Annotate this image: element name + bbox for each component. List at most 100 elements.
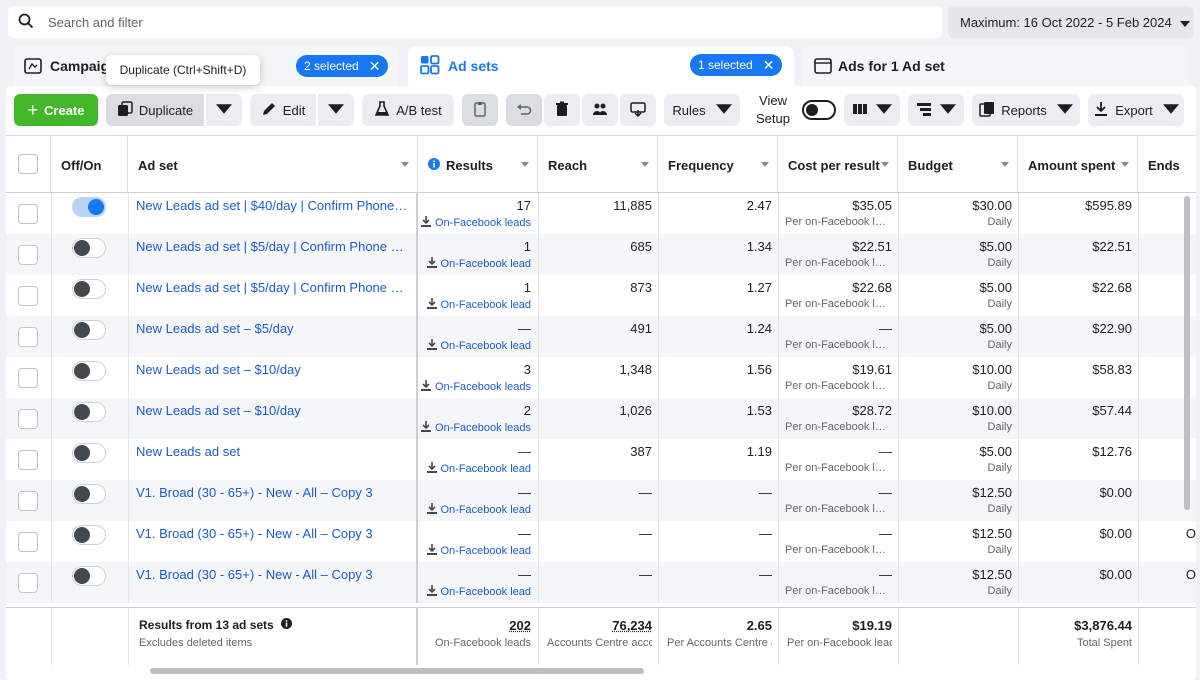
results-label[interactable]: On-Facebook lead [418, 298, 531, 311]
undo-button[interactable] [506, 94, 542, 126]
col-ad-set[interactable]: Ad set [128, 136, 418, 194]
info-icon[interactable] [281, 618, 293, 632]
ad-set-name-link[interactable]: V1. Broad (30 - 65+) - New - All – Copy … [136, 485, 410, 500]
row-checkbox[interactable] [18, 573, 38, 593]
ad-set-toggle[interactable] [72, 566, 106, 586]
col-frequency[interactable]: Frequency [658, 136, 778, 194]
results-label[interactable]: On-Facebook lead [418, 544, 531, 557]
ad-set-toggle[interactable] [72, 197, 106, 217]
preview-button[interactable] [620, 94, 656, 126]
table-row[interactable]: V1. Broad (30 - 65+) - New - All – Copy … [6, 521, 1196, 562]
ad-set-name-link[interactable]: New Leads ad set | $5/day | Confirm Phon… [136, 280, 410, 295]
ad-set-name-link[interactable]: New Leads ad set – $5/day [136, 321, 410, 336]
ab-test-button[interactable]: A/B test [362, 94, 454, 126]
budget-label: Daily [987, 462, 1012, 474]
duplicate-button[interactable]: Duplicate [106, 94, 204, 126]
ad-set-toggle[interactable] [72, 279, 106, 299]
results-label[interactable]: On-Facebook lead [418, 257, 531, 270]
row-checkbox[interactable] [18, 532, 38, 552]
table-row[interactable]: New Leads ad set – $10/day 3 On-Facebook l… [6, 357, 1196, 398]
results-label[interactable]: On-Facebook leads [418, 216, 531, 229]
results-label[interactable]: On-Facebook lead [418, 339, 531, 352]
columns-button[interactable] [844, 94, 900, 126]
ad-set-toggle[interactable] [72, 238, 106, 258]
row-checkbox[interactable] [18, 491, 38, 511]
sort-icon[interactable] [521, 162, 529, 167]
table-row[interactable]: New Leads ad set | $5/day | Confirm Phon… [6, 234, 1196, 275]
col-amount-spent[interactable]: Amount spent [1018, 136, 1138, 194]
sort-icon[interactable] [1001, 162, 1009, 167]
delete-button[interactable] [544, 94, 580, 126]
close-icon[interactable]: ✕ [369, 58, 381, 75]
results-label[interactable]: On-Facebook lead [418, 585, 531, 598]
ad-sets-selected-pill[interactable]: 1 selected ✕ [690, 54, 783, 76]
row-checkbox[interactable] [18, 245, 38, 265]
select-all-checkbox[interactable] [18, 154, 38, 174]
breakdown-button[interactable] [908, 94, 964, 126]
sort-icon[interactable] [881, 162, 889, 167]
results-label[interactable]: On-Facebook lead [418, 462, 531, 475]
col-cost-per-result[interactable]: Cost per result [778, 136, 898, 194]
sort-icon[interactable] [761, 162, 769, 167]
row-checkbox[interactable] [18, 409, 38, 429]
horizontal-scrollbar[interactable] [150, 668, 644, 674]
ad-set-name-link[interactable]: New Leads ad set [136, 444, 410, 459]
ad-set-name-link[interactable]: V1. Broad (30 - 65+) - New - All – Copy … [136, 567, 410, 582]
close-icon[interactable]: ✕ [763, 57, 775, 74]
col-off-on[interactable]: Off/On [51, 136, 128, 194]
ad-set-name-link[interactable]: New Leads ad set – $10/day [136, 362, 410, 377]
ad-set-name-link[interactable]: New Leads ad set | $40/day | Confirm Pho… [136, 198, 410, 213]
sort-icon[interactable] [641, 162, 649, 167]
tab-ads[interactable]: Ads for 1 Ad set [802, 46, 1188, 86]
export-button[interactable]: Export [1088, 94, 1184, 126]
results-label[interactable]: On-Facebook leads [418, 421, 531, 434]
clipboard-button[interactable] [462, 94, 498, 126]
table-row[interactable]: New Leads ad set — On-Facebook lead 387 1.19… [6, 439, 1196, 480]
ad-set-toggle[interactable] [72, 484, 106, 504]
ad-set-toggle[interactable] [72, 361, 106, 381]
col-reach[interactable]: Reach [538, 136, 658, 194]
sort-icon[interactable] [1121, 162, 1129, 167]
vertical-scrollbar[interactable] [1184, 196, 1190, 510]
ad-set-name-link[interactable]: New Leads ad set | $5/day | Confirm Phon… [136, 239, 410, 254]
caret-down-icon [876, 101, 892, 120]
audience-button[interactable] [582, 94, 618, 126]
row-checkbox[interactable] [18, 286, 38, 306]
edit-menu-button[interactable] [318, 94, 354, 126]
row-checkbox[interactable] [18, 327, 38, 347]
ad-set-toggle[interactable] [72, 443, 106, 463]
duplicate-menu-button[interactable] [206, 94, 242, 126]
table-row[interactable]: New Leads ad set – $10/day 2 On-Facebook l… [6, 398, 1196, 439]
row-checkbox[interactable] [18, 368, 38, 388]
col-results[interactable]: Results [418, 136, 538, 194]
results-label[interactable]: On-Facebook lead [418, 503, 531, 516]
search-input[interactable]: Search and filter [48, 15, 143, 30]
reports-button[interactable]: Reports [972, 94, 1080, 126]
col-budget[interactable]: Budget [898, 136, 1018, 194]
table-row[interactable]: New Leads ad set – $5/day — On-Facebook le… [6, 316, 1196, 357]
ad-set-name-link[interactable]: New Leads ad set – $10/day [136, 403, 410, 418]
ad-set-name-link[interactable]: V1. Broad (30 - 65+) - New - All – Copy … [136, 526, 410, 541]
table-row[interactable]: New Leads ad set | $40/day | Confirm Pho… [6, 193, 1196, 234]
ad-set-toggle[interactable] [72, 402, 106, 422]
sort-icon[interactable] [401, 162, 409, 167]
results-label[interactable]: On-Facebook leads [418, 380, 531, 393]
col-ad-set-label: Ad set [138, 157, 178, 173]
campaigns-selected-pill[interactable]: 2 selected ✕ [296, 55, 389, 77]
rules-button[interactable]: Rules [664, 94, 740, 126]
table-row[interactable]: V1. Broad (30 - 65+) - New - All – Copy … [6, 480, 1196, 521]
ad-set-toggle[interactable] [72, 320, 106, 340]
date-range-picker[interactable]: Maximum: 16 Oct 2022 - 5 Feb 2024 [948, 6, 1194, 38]
create-button[interactable]: + Create [14, 94, 98, 126]
table-row[interactable]: New Leads ad set | $5/day | Confirm Phon… [6, 275, 1196, 316]
budget-label: Daily [987, 339, 1012, 351]
table-row[interactable]: V1. Broad (30 - 65+) - New - All – Copy … [6, 562, 1196, 603]
edit-button[interactable]: Edit [250, 94, 316, 126]
tab-ad-sets[interactable]: Ad sets 1 selected ✕ [408, 46, 794, 86]
row-checkbox[interactable] [18, 204, 38, 224]
row-checkbox[interactable] [18, 450, 38, 470]
view-setup-toggle[interactable] [802, 100, 836, 120]
col-ends[interactable]: Ends [1138, 136, 1196, 194]
search-bar[interactable]: Search and filter [8, 6, 942, 38]
ad-set-toggle[interactable] [72, 525, 106, 545]
